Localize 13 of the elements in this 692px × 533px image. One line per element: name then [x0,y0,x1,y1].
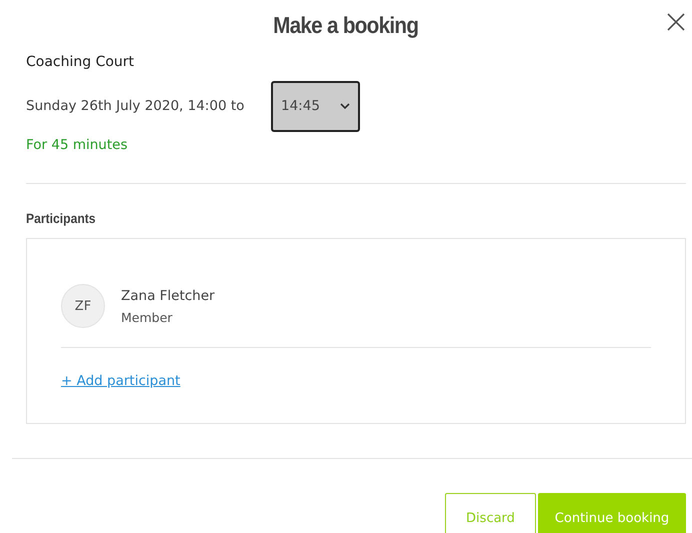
section-heading: Participants [26,211,97,226]
court-name: Coaching Court [26,54,136,70]
participant-role: Member [121,310,174,324]
booking-date: Sunday 26th July 2020, 14:00 to [26,98,246,114]
close-icon[interactable] [666,12,686,32]
discard-button[interactable]: Discard [445,493,536,533]
dialog-title: Make a booking [273,12,419,40]
chevron-icon [340,103,350,109]
add-participant-link[interactable]: + Add participant [61,373,180,389]
avatar: ZF [61,284,105,328]
end-time-select[interactable]: 14:45 [271,80,360,132]
duration-text: For 45 minutes [26,137,129,153]
participant-name: Zana Fletcher [121,288,215,304]
